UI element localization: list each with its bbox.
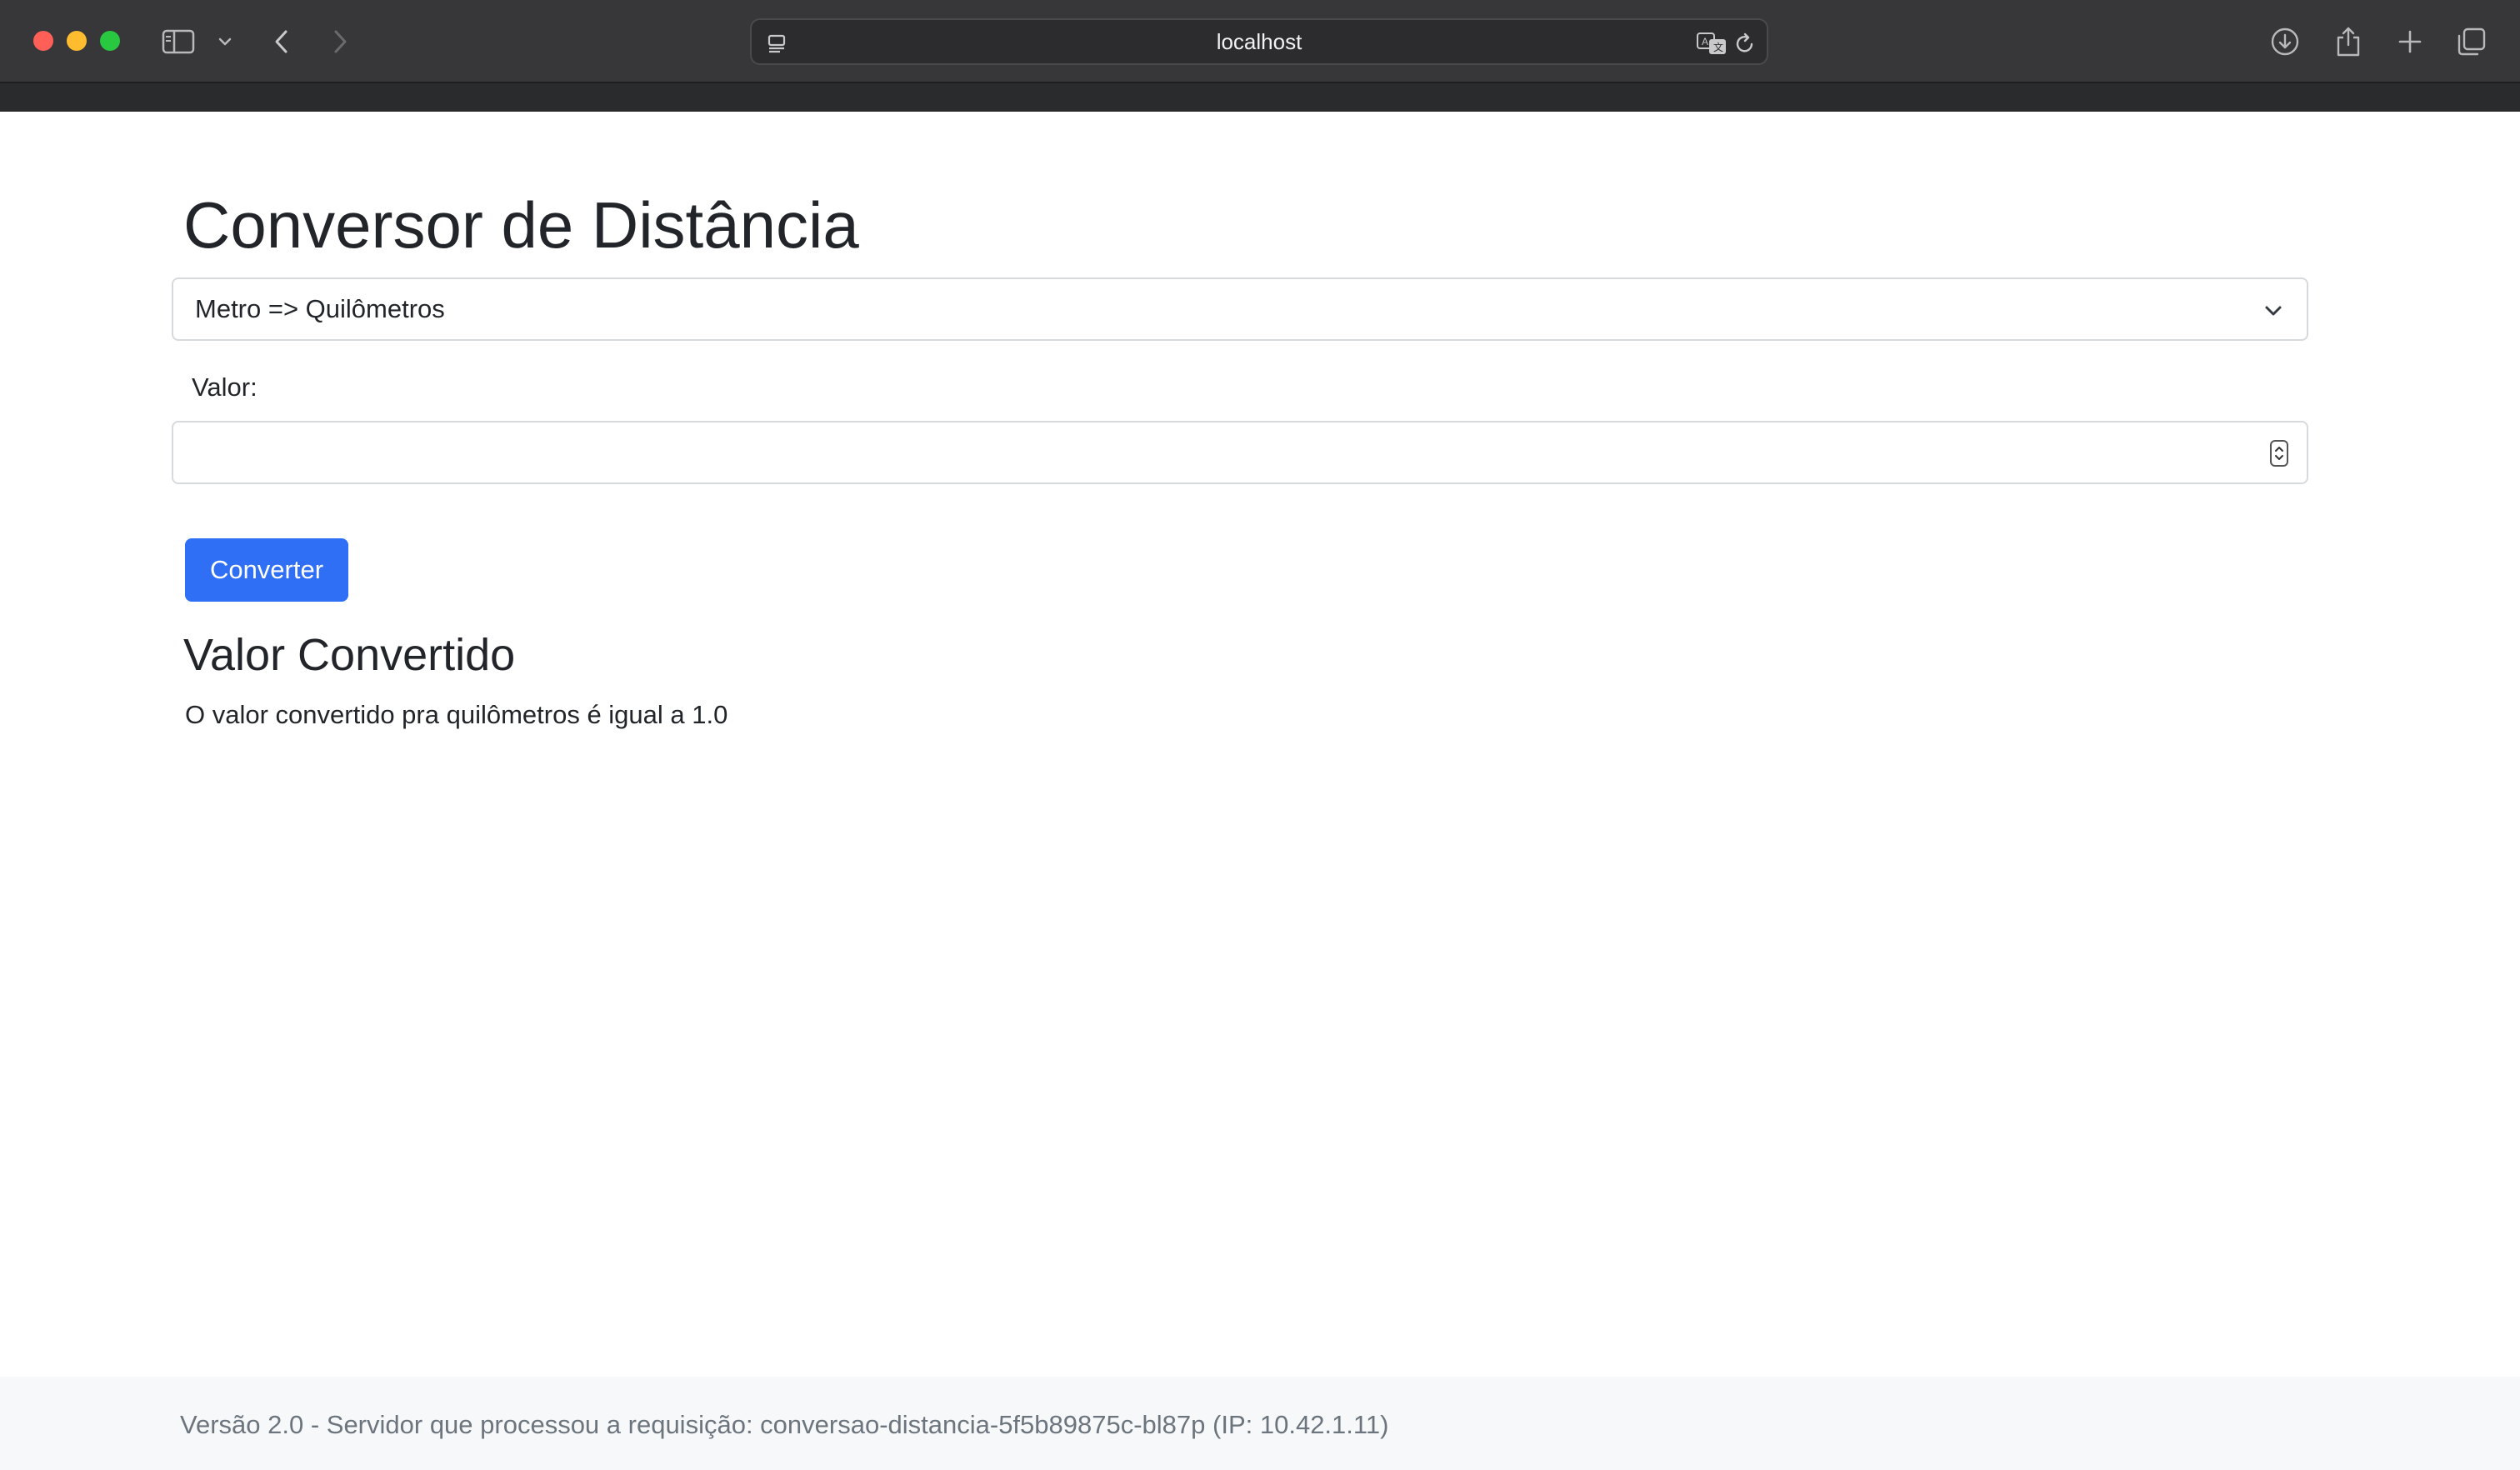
footer: Versão 2.0 - Servidor que processou a re… <box>0 1377 2520 1470</box>
browser-favorites-strip <box>0 83 2520 112</box>
sidebar-icon[interactable] <box>160 23 197 60</box>
browser-toolbar: localhost A 文 <box>0 0 2520 83</box>
footer-text: Versão 2.0 - Servidor que processou a re… <box>180 1410 1389 1439</box>
svg-text:A: A <box>1702 36 1708 48</box>
svg-text:文: 文 <box>1713 41 1723 53</box>
minimize-window-button[interactable] <box>67 31 87 51</box>
url-text: localhost <box>1216 28 1302 54</box>
chevron-down-icon <box>2262 299 2285 327</box>
reload-icon[interactable] <box>1730 28 1760 58</box>
browser-window: localhost A 文 Conversor de Distância Met… <box>0 0 2520 1470</box>
zoom-window-button[interactable] <box>100 31 120 51</box>
page-content: Conversor de Distância Metro => Quilômet… <box>0 112 2520 1470</box>
result-text: O valor convertido pra quilômetros é igu… <box>185 700 728 729</box>
tab-overview-icon[interactable] <box>2453 23 2490 60</box>
value-input[interactable] <box>172 421 2308 484</box>
new-tab-icon[interactable] <box>2392 23 2428 60</box>
translate-icon[interactable]: A 文 <box>1695 28 1728 58</box>
conversion-select[interactable]: Metro => Quilômetros <box>172 278 2308 341</box>
back-arrow-icon[interactable] <box>263 23 300 60</box>
share-icon[interactable] <box>2330 23 2367 60</box>
chevron-down-icon[interactable] <box>207 23 243 60</box>
convert-button[interactable]: Converter <box>185 538 348 602</box>
close-window-button[interactable] <box>33 31 53 51</box>
page-title: Conversor de Distância <box>183 188 859 262</box>
value-label: Valor: <box>192 372 258 402</box>
address-bar[interactable]: localhost A 文 <box>750 18 1768 65</box>
stepper-icon[interactable] <box>2270 440 2288 467</box>
conversion-select-value: Metro => Quilômetros <box>195 294 445 323</box>
forward-arrow-icon[interactable] <box>322 23 358 60</box>
download-icon[interactable] <box>2267 23 2303 60</box>
result-heading: Valor Convertido <box>183 630 516 680</box>
